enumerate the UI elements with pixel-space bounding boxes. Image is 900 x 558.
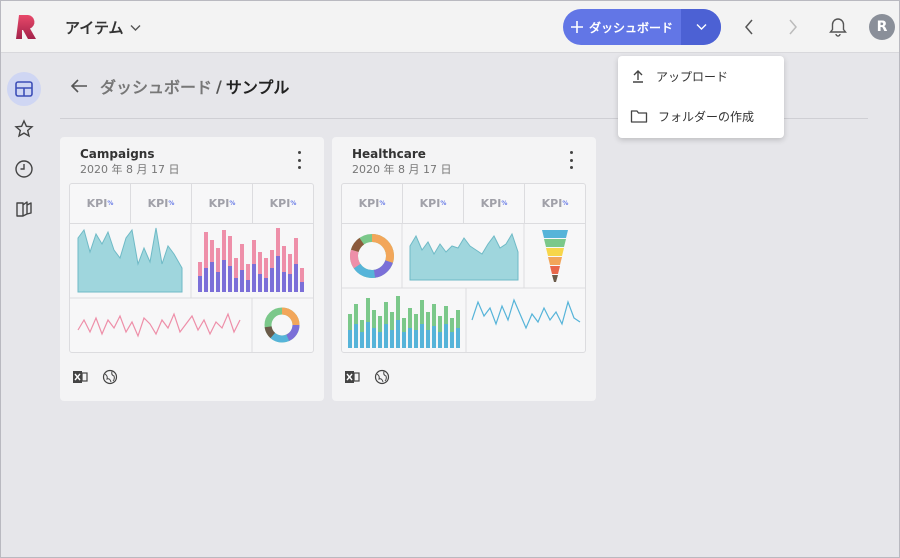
sidebar — [1, 54, 47, 557]
more-vertical-icon[interactable] — [564, 151, 578, 169]
forward-nav-button[interactable] — [783, 17, 803, 37]
dashboard-card-healthcare[interactable]: Healthcare 2020 年 8 月 17 日 KPI% KPI% KPI… — [332, 137, 596, 401]
sidebar-item-dashboards[interactable] — [7, 72, 41, 106]
new-dashboard-label: ダッシュボード — [588, 20, 673, 35]
star-icon — [14, 119, 34, 138]
kpi-tile: KPI% — [192, 184, 253, 223]
chevron-down-icon — [696, 24, 706, 30]
page-title: サンプル — [225, 78, 290, 97]
card-title: Campaigns — [80, 147, 155, 161]
dashboard-icon — [15, 81, 33, 97]
workspace-selector[interactable]: アイテム — [65, 17, 141, 38]
menu-item-create-folder[interactable]: フォルダーの作成 — [618, 98, 784, 134]
card-date: 2020 年 8 月 17 日 — [352, 163, 452, 176]
menu-item-label: アップロード — [656, 69, 729, 84]
new-dashboard-dropdown-toggle[interactable] — [681, 9, 721, 45]
folder-icon — [630, 110, 648, 123]
workspace-label: アイテム — [65, 19, 124, 37]
bell-icon[interactable] — [827, 16, 849, 38]
globe-icon — [102, 369, 118, 385]
plus-icon — [570, 21, 583, 33]
top-bar: アイテム ダッシュボード R — [1, 1, 899, 53]
card-source-icons — [344, 369, 390, 385]
sidebar-item-recent[interactable] — [7, 152, 41, 186]
bar-chart-thumbnail — [198, 228, 304, 292]
kpi-tile: KPI% — [70, 184, 131, 223]
area-chart-thumbnail — [77, 227, 183, 293]
more-vertical-icon[interactable] — [292, 151, 306, 169]
menu-item-upload[interactable]: アップロード — [618, 58, 784, 94]
kpi-row: KPI% KPI% KPI% KPI% — [342, 184, 585, 224]
thumbnail-charts — [70, 224, 313, 352]
logo-icon[interactable] — [15, 13, 39, 41]
bar-chart-thumbnail — [348, 296, 460, 348]
dashboard-thumbnail: KPI% KPI% KPI% KPI% — [69, 183, 314, 353]
kpi-tile: KPI% — [342, 184, 403, 223]
breadcrumb: ダッシュボード / サンプル — [70, 74, 289, 98]
back-arrow-icon[interactable] — [70, 78, 88, 94]
new-dashboard-split-button: ダッシュボード — [563, 9, 721, 45]
kpi-tile: KPI% — [131, 184, 192, 223]
clock-icon — [15, 160, 33, 178]
excel-icon — [345, 371, 360, 383]
line-chart-thumbnail — [471, 298, 581, 330]
menu-item-label: フォルダーの作成 — [658, 109, 755, 124]
card-source-icons — [72, 369, 118, 385]
breadcrumb-parent[interactable]: ダッシュボード — [100, 74, 212, 98]
chevron-down-icon — [130, 24, 141, 31]
line-chart-thumbnail — [77, 312, 241, 338]
chevron-left-icon — [745, 19, 753, 35]
donut-chart-thumbnail — [350, 234, 394, 278]
dashboard-thumbnail: KPI% KPI% KPI% KPI% — [341, 183, 586, 353]
globe-icon — [374, 369, 390, 385]
sidebar-item-favorites[interactable] — [7, 112, 41, 146]
thumbnail-charts — [342, 224, 585, 352]
new-dashboard-dropdown-menu: アップロード フォルダーの作成 — [618, 56, 784, 138]
donut-chart-thumbnail — [264, 307, 300, 343]
breadcrumb-separator: / — [216, 76, 222, 96]
kpi-tile: KPI% — [541, 197, 569, 210]
kpi-tile: KPI% — [403, 184, 464, 223]
new-dashboard-button[interactable]: ダッシュボード — [563, 9, 681, 45]
area-chart-thumbnail — [409, 232, 519, 281]
upload-icon — [633, 70, 643, 83]
kpi-tile: KPI% — [269, 197, 297, 210]
library-icon — [16, 201, 32, 217]
back-nav-button[interactable] — [739, 17, 759, 37]
card-date: 2020 年 8 月 17 日 — [80, 163, 180, 176]
kpi-row: KPI% KPI% KPI% KPI% — [70, 184, 313, 224]
sidebar-item-library[interactable] — [7, 192, 41, 226]
dashboard-card-campaigns[interactable]: Campaigns 2020 年 8 月 17 日 KPI% KPI% KPI%… — [60, 137, 324, 401]
chevron-right-icon — [789, 19, 797, 35]
funnel-chart-thumbnail — [542, 230, 568, 282]
card-title: Healthcare — [352, 147, 426, 161]
user-avatar[interactable]: R — [869, 14, 895, 40]
kpi-tile: KPI% — [464, 184, 525, 223]
excel-icon — [73, 371, 88, 383]
